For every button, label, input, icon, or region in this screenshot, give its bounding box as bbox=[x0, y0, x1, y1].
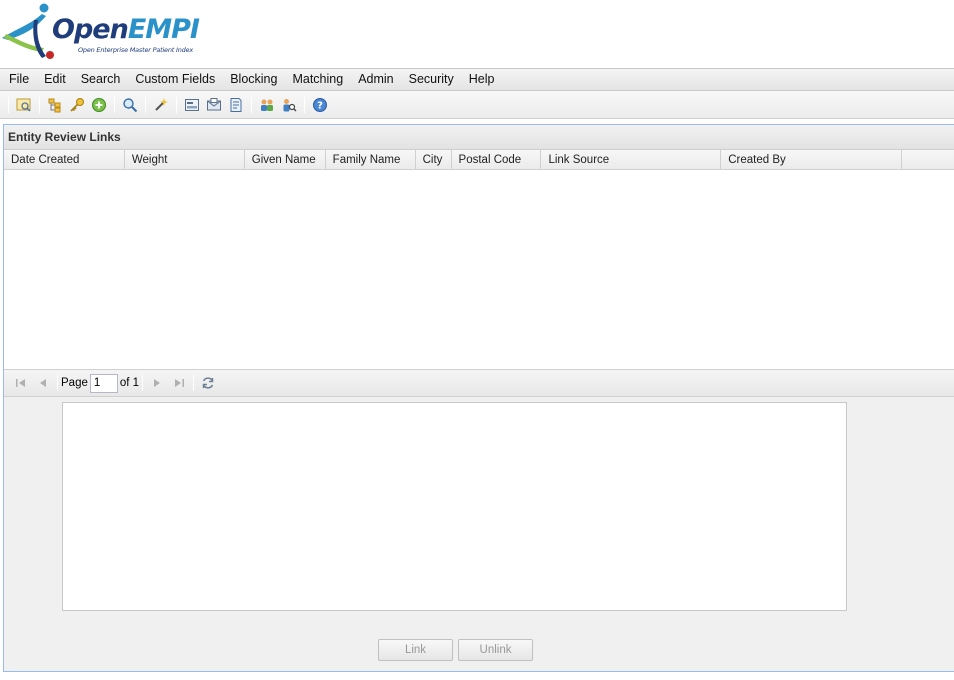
help-icon[interactable]: ? bbox=[310, 95, 330, 115]
tree-icon[interactable] bbox=[45, 95, 65, 115]
column-weight[interactable]: Weight bbox=[125, 150, 245, 169]
menu-edit[interactable]: Edit bbox=[38, 69, 72, 90]
last-page-icon[interactable] bbox=[170, 374, 188, 392]
pager-separator bbox=[142, 375, 144, 391]
entity-review-links-panel: Entity Review Links Date Created Weight … bbox=[3, 124, 954, 672]
menu-help[interactable]: Help bbox=[463, 69, 501, 90]
column-link-source[interactable]: Link Source bbox=[541, 150, 722, 169]
link-detail-area bbox=[62, 402, 847, 611]
svg-text:?: ? bbox=[317, 100, 323, 111]
magic-wand-icon[interactable] bbox=[151, 95, 171, 115]
menu-bar: File Edit Search Custom Fields Blocking … bbox=[0, 68, 954, 91]
menu-custom-fields[interactable]: Custom Fields bbox=[129, 69, 221, 90]
key-icon[interactable] bbox=[67, 95, 87, 115]
column-family-name[interactable]: Family Name bbox=[326, 150, 416, 169]
toolbar-separator bbox=[304, 96, 305, 113]
menu-security[interactable]: Security bbox=[403, 69, 460, 90]
menu-file[interactable]: File bbox=[3, 69, 35, 90]
toolbar-separator bbox=[8, 96, 9, 113]
toolbar-separator bbox=[251, 96, 252, 113]
openempi-logo-icon bbox=[2, 3, 54, 59]
add-circle-icon[interactable] bbox=[89, 95, 109, 115]
magnifier-icon[interactable] bbox=[120, 95, 140, 115]
first-page-icon[interactable] bbox=[12, 374, 30, 392]
toolbar-separator bbox=[114, 96, 115, 113]
column-date-created[interactable]: Date Created bbox=[4, 150, 125, 169]
column-spacer bbox=[902, 150, 954, 169]
pager-separator bbox=[193, 375, 195, 391]
toolbar-separator bbox=[176, 96, 177, 113]
users-icon[interactable] bbox=[257, 95, 277, 115]
column-created-by[interactable]: Created By bbox=[721, 150, 903, 169]
previous-page-icon[interactable] bbox=[34, 374, 52, 392]
column-given-name[interactable]: Given Name bbox=[245, 150, 326, 169]
grid-body[interactable] bbox=[4, 170, 954, 370]
column-city[interactable]: City bbox=[416, 150, 452, 169]
toolbar-separator bbox=[39, 96, 40, 113]
pager-separator bbox=[57, 375, 58, 391]
refresh-icon[interactable] bbox=[199, 374, 217, 392]
search-window-icon[interactable] bbox=[14, 95, 34, 115]
paging-toolbar: Page of 1 bbox=[4, 370, 954, 397]
next-page-icon[interactable] bbox=[148, 374, 166, 392]
menu-blocking[interactable]: Blocking bbox=[224, 69, 283, 90]
link-button[interactable]: Link bbox=[378, 639, 453, 661]
brand-name: OpenEMPI bbox=[52, 14, 200, 45]
page-number-input[interactable] bbox=[89, 373, 118, 393]
menu-matching[interactable]: Matching bbox=[286, 69, 349, 90]
form-icon[interactable] bbox=[182, 95, 202, 115]
unlink-button[interactable]: Unlink bbox=[458, 639, 533, 661]
grid-header: Date Created Weight Given Name Family Na… bbox=[4, 150, 954, 170]
page-label: Page bbox=[61, 377, 88, 389]
mail-icon[interactable] bbox=[204, 95, 224, 115]
document-icon[interactable] bbox=[226, 95, 246, 115]
brand-tagline: Open Enterprise Master Patient Index bbox=[78, 46, 193, 54]
user-search-icon[interactable] bbox=[279, 95, 299, 115]
toolbar: ? bbox=[0, 91, 954, 119]
menu-search[interactable]: Search bbox=[75, 69, 127, 90]
app-header: OpenEMPI Open Enterprise Master Patient … bbox=[0, 0, 954, 68]
menu-admin[interactable]: Admin bbox=[352, 69, 399, 90]
column-postal-code[interactable]: Postal Code bbox=[452, 150, 542, 169]
panel-title: Entity Review Links bbox=[4, 125, 954, 150]
toolbar-separator bbox=[145, 96, 146, 113]
page-count-label: of 1 bbox=[119, 377, 140, 389]
